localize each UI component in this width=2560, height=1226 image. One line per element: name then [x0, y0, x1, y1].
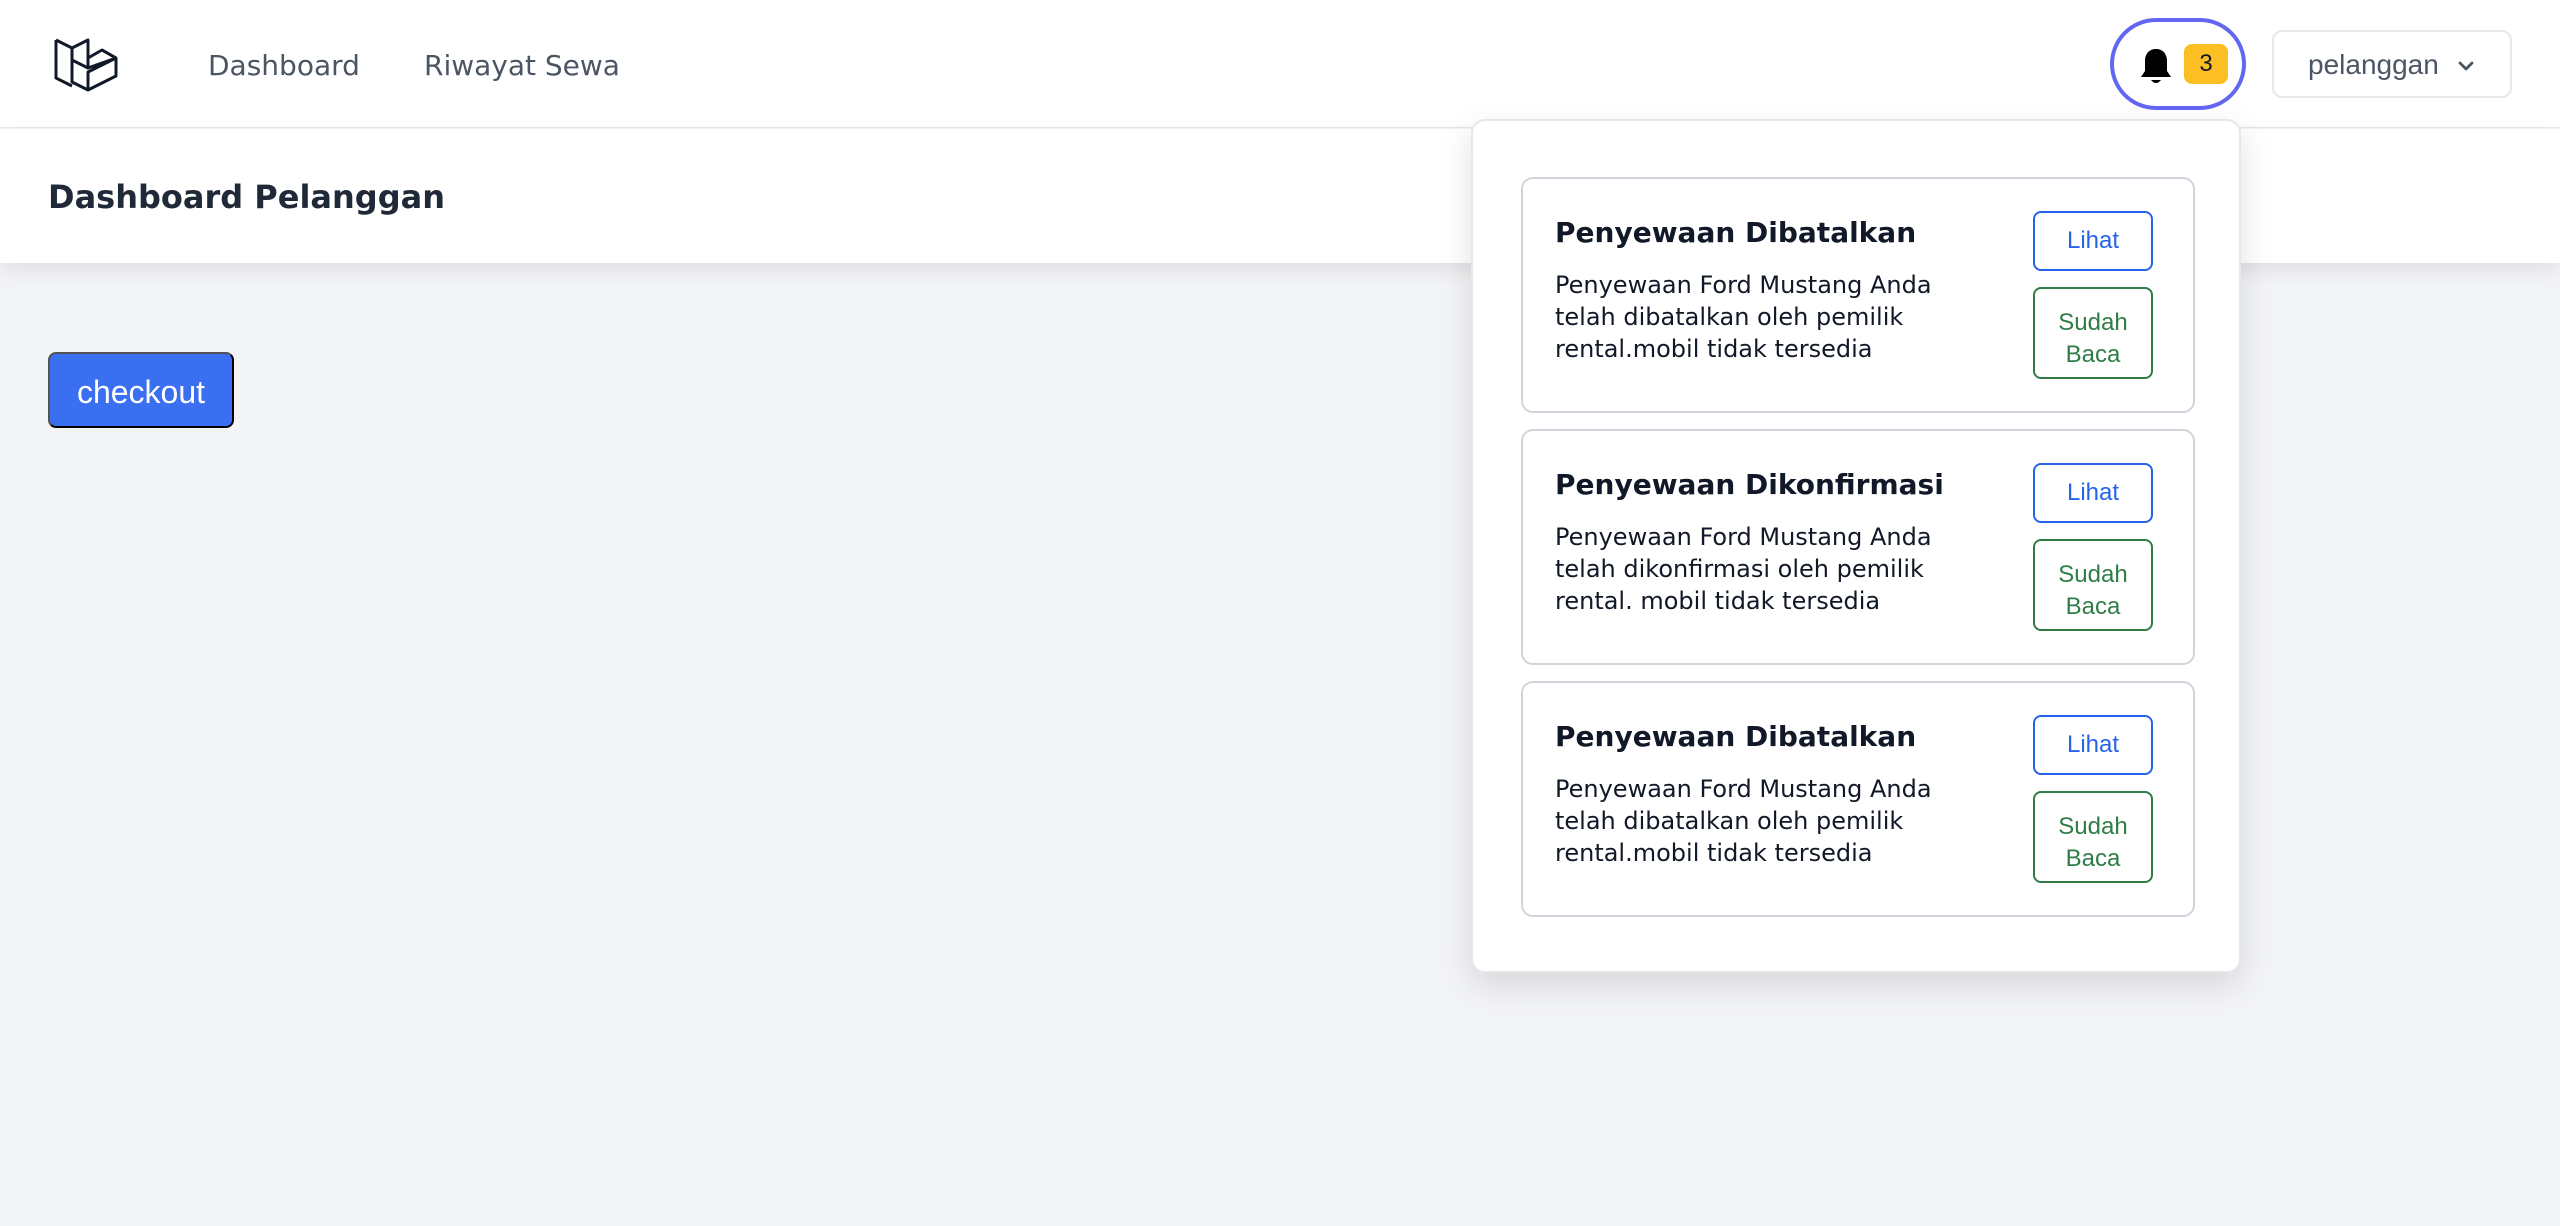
- top-navigation: Dashboard Riwayat Sewa 3 pelanggan: [0, 0, 2560, 128]
- notification-message: Penyewaan Ford Mustang Anda telah dibata…: [1555, 271, 1932, 363]
- chevron-down-icon: [2458, 61, 2474, 71]
- mark-as-read-label-line-2: Baca: [2065, 341, 2121, 368]
- mark-as-read-label-line-2: Baca: [2065, 593, 2121, 620]
- notifications-dropdown-panel: Penyewaan Dibatalkan Penyewaan Ford Must…: [1471, 119, 2241, 973]
- notification-title: Penyewaan Dikonfirmasi: [1555, 468, 1944, 501]
- mark-as-read-label-line-1: Sudah: [2058, 309, 2128, 336]
- mark-as-read-label-line-1: Sudah: [2058, 561, 2128, 588]
- mark-as-read-button[interactable]: Sudah Baca: [2033, 287, 2153, 379]
- nav-riwayat-sewa-link[interactable]: Riwayat Sewa: [424, 48, 620, 84]
- notification-title: Penyewaan Dibatalkan: [1555, 720, 1917, 753]
- mark-as-read-button[interactable]: Sudah Baca: [2033, 791, 2153, 883]
- mark-as-read-label-line-2: Baca: [2065, 845, 2121, 872]
- notification-count-badge: 3: [2184, 44, 2228, 84]
- view-notification-button[interactable]: Lihat: [2033, 211, 2153, 271]
- notification-title: Penyewaan Dibatalkan: [1555, 216, 1917, 249]
- notification-card: Penyewaan Dikonfirmasi Penyewaan Ford Mu…: [1521, 429, 2195, 665]
- notification-card: Penyewaan Dibatalkan Penyewaan Ford Must…: [1521, 681, 2195, 917]
- notification-card: Penyewaan Dibatalkan Penyewaan Ford Must…: [1521, 177, 2195, 413]
- notifications-button[interactable]: 3: [2110, 18, 2246, 110]
- view-notification-button[interactable]: Lihat: [2033, 715, 2153, 775]
- view-notification-button[interactable]: Lihat: [2033, 463, 2153, 523]
- mark-as-read-button[interactable]: Sudah Baca: [2033, 539, 2153, 631]
- checkout-button[interactable]: checkout: [48, 352, 234, 428]
- mark-as-read-label-line-1: Sudah: [2058, 813, 2128, 840]
- notification-message: Penyewaan Ford Mustang Anda telah dibata…: [1555, 775, 1932, 867]
- user-name: pelanggan: [2308, 49, 2439, 80]
- laravel-logo-icon[interactable]: [52, 30, 120, 98]
- page-title: Dashboard Pelanggan: [48, 178, 445, 216]
- user-menu-dropdown[interactable]: pelanggan: [2272, 30, 2512, 98]
- bell-icon: [2141, 49, 2171, 83]
- nav-dashboard-link[interactable]: Dashboard: [208, 48, 360, 84]
- notification-message: Penyewaan Ford Mustang Anda telah dikonf…: [1555, 523, 1932, 615]
